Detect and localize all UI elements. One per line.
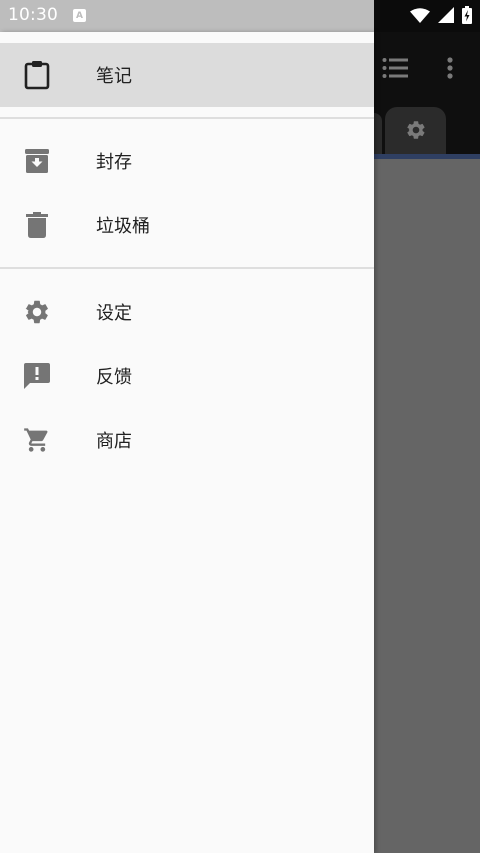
cart-icon	[0, 426, 74, 454]
feedback-icon	[0, 362, 74, 390]
battery-charging-icon	[462, 6, 472, 28]
archive-icon	[0, 148, 74, 174]
drawer-item-notes[interactable]: 笔记	[0, 43, 374, 107]
drawer-item-label: 垃圾桶	[96, 216, 150, 237]
status-time: 10:30	[8, 5, 58, 25]
drawer-divider	[0, 117, 374, 119]
drawer-item-label: 反馈	[96, 367, 132, 388]
drawer-item-label: 笔记	[96, 66, 132, 87]
drawer-item-label: 设定	[96, 303, 132, 324]
navigation-drawer: 笔记 封存 垃圾桶 设定 反馈 商店	[0, 32, 374, 853]
drawer-item-label: 商店	[96, 431, 132, 452]
settings-icon	[0, 298, 74, 326]
status-bar: 10:30 A	[0, 0, 480, 32]
drawer-item-trash[interactable]: 垃圾桶	[0, 193, 374, 257]
notification-badge: A	[73, 9, 86, 22]
more-vert-icon[interactable]	[444, 56, 456, 80]
clipboard-icon	[0, 60, 74, 90]
list-view-icon[interactable]	[381, 56, 409, 80]
settings-icon	[405, 119, 427, 145]
trash-icon	[0, 212, 74, 238]
wifi-icon	[410, 7, 430, 27]
background-tab-partial[interactable]	[374, 113, 382, 156]
drawer-divider	[0, 267, 374, 269]
signal-icon	[438, 7, 454, 27]
drawer-item-archive[interactable]: 封存	[0, 129, 374, 193]
drawer-item-store[interactable]: 商店	[0, 408, 374, 472]
status-icons	[410, 6, 472, 28]
background-settings-tab[interactable]	[385, 107, 446, 156]
drawer-item-settings[interactable]: 设定	[0, 280, 374, 344]
background-tab-indicator	[374, 154, 480, 159]
drawer-item-feedback[interactable]: 反馈	[0, 344, 374, 408]
drawer-item-label: 封存	[96, 152, 132, 173]
